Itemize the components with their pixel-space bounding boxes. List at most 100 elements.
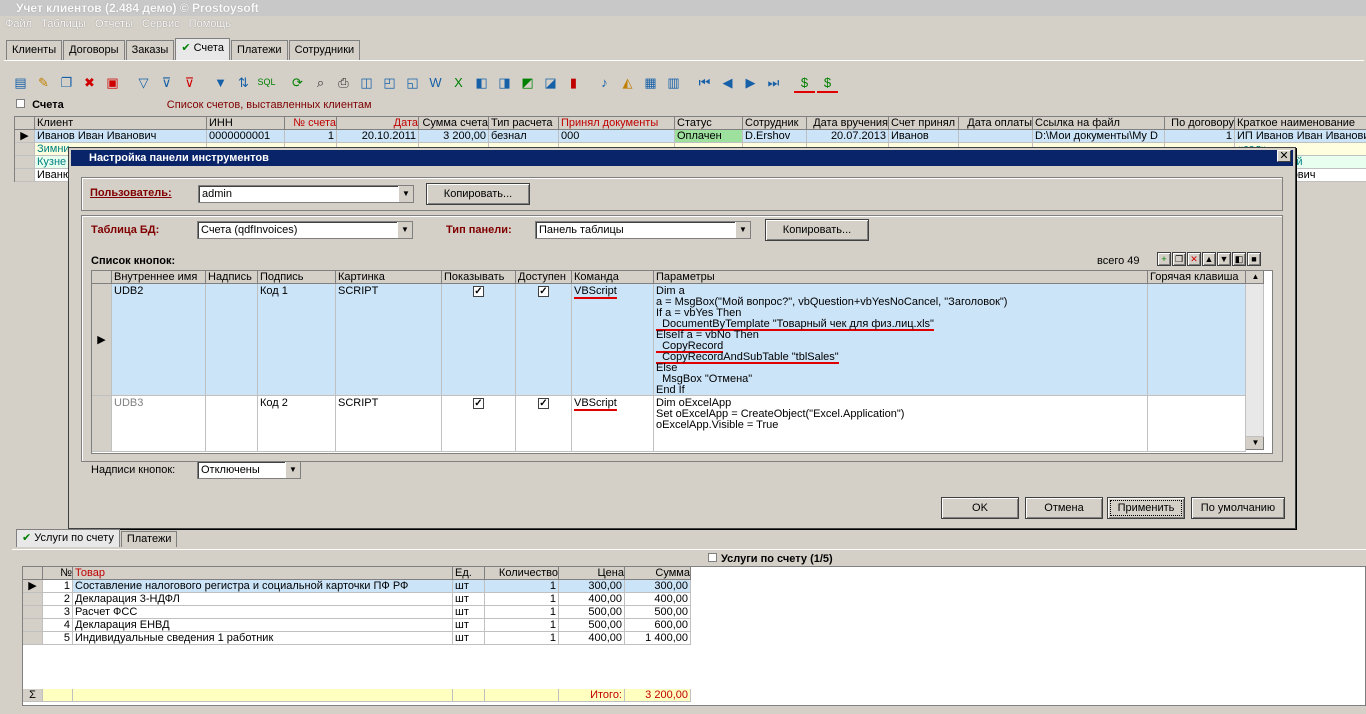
collapse-icon[interactable] <box>708 553 717 562</box>
user-combo[interactable]: admin ▼ <box>198 185 414 203</box>
column-header[interactable]: Ссылка на файл <box>1033 117 1165 130</box>
table-cell[interactable]: 400,00 <box>625 593 691 606</box>
checkbox-cell[interactable]: ✓ <box>516 396 572 452</box>
row-indicator[interactable]: ▶ <box>15 130 35 143</box>
table-cell[interactable]: 500,00 <box>559 619 625 632</box>
note-icon[interactable]: ♪ <box>594 72 615 93</box>
column-header[interactable]: Дата <box>337 117 419 130</box>
copy-icon[interactable]: ❐ <box>1172 252 1186 266</box>
table-cell[interactable]: D.Ershov <box>743 130 807 143</box>
filter-advanced-icon[interactable]: ▼ <box>210 72 231 93</box>
column-header[interactable]: Сумма счета <box>419 117 489 130</box>
settings-icon[interactable]: ◪ <box>540 72 561 93</box>
template-icon[interactable]: ◧ <box>471 72 492 93</box>
table-cell[interactable]: UDB3 <box>112 396 206 452</box>
command-cell[interactable]: VBScript <box>572 284 654 396</box>
column-header[interactable]: Параметры <box>654 271 1148 284</box>
table-cell[interactable]: 600,00 <box>625 619 691 632</box>
table-cell[interactable]: SCRIPT <box>336 396 442 452</box>
checkbox[interactable]: ✓ <box>473 398 484 409</box>
new-record-icon[interactable]: ▤ <box>10 72 31 93</box>
command-cell[interactable]: VBScript <box>572 396 654 452</box>
save-icon[interactable]: ■ <box>1247 252 1261 266</box>
report-icon[interactable]: ◨ <box>494 72 515 93</box>
column-header[interactable]: Статус <box>675 117 743 130</box>
table-cell[interactable]: 5 <box>43 632 73 645</box>
sort-icon[interactable]: ⇅ <box>233 72 254 93</box>
columns-icon[interactable]: ▦ <box>640 72 661 93</box>
tab-invoice-services[interactable]: ✔ Услуги по счету <box>16 529 120 547</box>
column-header[interactable]: По договору <box>1165 117 1235 130</box>
table-cell[interactable] <box>959 130 1033 143</box>
table-cell[interactable]: 300,00 <box>559 580 625 593</box>
panel-type-combo[interactable]: Панель таблицы ▼ <box>535 221 751 239</box>
custom-button-1-icon[interactable]: $ <box>794 72 815 93</box>
menu-tables[interactable]: Таблицы <box>41 18 86 30</box>
table-cell[interactable]: 20.10.2011 <box>337 130 419 143</box>
copy-icon[interactable]: ❐ <box>56 72 77 93</box>
tab-orders[interactable]: Заказы <box>125 40 175 60</box>
table-cell[interactable]: Оплачен <box>675 130 743 143</box>
row-indicator[interactable] <box>23 606 43 619</box>
apply-button[interactable]: Применить <box>1107 497 1185 519</box>
column-header[interactable]: № <box>43 567 73 580</box>
group-icon[interactable]: ◩ <box>517 72 538 93</box>
checkbox-cell[interactable]: ✓ <box>442 284 516 396</box>
scrollbar-track[interactable] <box>1246 284 1264 437</box>
table-cell[interactable]: 1 <box>285 130 337 143</box>
close-icon[interactable]: ✕ <box>1277 150 1291 162</box>
checkbox[interactable]: ✓ <box>473 286 484 297</box>
menu-reports[interactable]: Отчеты <box>95 18 133 30</box>
collapse-icon[interactable] <box>16 99 25 108</box>
table-combo[interactable]: Счета (qdfInvoices) ▼ <box>197 221 413 239</box>
excel-icon[interactable]: X <box>448 72 469 93</box>
delete-all-icon[interactable]: ▣ <box>102 72 123 93</box>
print-icon[interactable]: ⎙ <box>333 72 354 93</box>
next-record-icon[interactable]: ▶ <box>740 72 761 93</box>
column-header[interactable]: ИНН <box>207 117 285 130</box>
find-icon[interactable]: ⌕ <box>310 72 331 93</box>
table-cell[interactable]: 1 <box>485 632 559 645</box>
table-cell[interactable]: 500,00 <box>559 606 625 619</box>
table-cell[interactable]: безнал <box>489 130 559 143</box>
sql-icon[interactable]: SQL <box>256 72 277 93</box>
table-cell[interactable]: D:\Мои документы\My D <box>1033 130 1165 143</box>
table-cell[interactable]: Код 2 <box>258 396 336 452</box>
import-icon[interactable]: ◱ <box>402 72 423 93</box>
filter-remove-icon[interactable]: ⊽ <box>179 72 200 93</box>
table-cell[interactable]: 1 <box>43 580 73 593</box>
ok-button[interactable]: OK <box>941 497 1019 519</box>
tab-employees[interactable]: Сотрудники <box>288 40 361 60</box>
arrow-down-icon[interactable]: ▼ <box>1217 252 1231 266</box>
table-cell[interactable]: 4 <box>43 619 73 632</box>
tab-payments[interactable]: Платежи <box>230 40 288 60</box>
fill-icon[interactable]: ◭ <box>617 72 638 93</box>
tab-contracts[interactable]: Договоры <box>63 40 125 60</box>
column-header[interactable]: Команда <box>572 271 654 284</box>
table-cell[interactable]: Код 1 <box>258 284 336 396</box>
scroll-up-icon[interactable]: ▲ <box>1246 271 1264 284</box>
column-header[interactable]: Тип расчета <box>489 117 559 130</box>
table-cell[interactable]: Составление налогового регистра и социал… <box>73 580 453 593</box>
row-indicator[interactable] <box>15 143 35 156</box>
copy-user-button[interactable]: Копировать... <box>426 183 530 205</box>
buttons-grid[interactable]: Внутреннее имя Надпись Подпись Картинка Пока… <box>91 270 1273 454</box>
table-cell[interactable] <box>206 284 258 396</box>
table-cell[interactable] <box>1148 396 1246 452</box>
row-indicator[interactable] <box>23 632 43 645</box>
column-header[interactable]: Надпись <box>206 271 258 284</box>
column-header[interactable]: Принял документы <box>559 117 675 130</box>
open-icon[interactable]: ◧ <box>1232 252 1246 266</box>
column-header[interactable]: Доступен <box>516 271 572 284</box>
column-header[interactable]: Клиент <box>35 117 207 130</box>
column-header[interactable]: Подпись <box>258 271 336 284</box>
default-button[interactable]: По умолчанию <box>1191 497 1285 519</box>
table-cell[interactable]: ИП Иванов Иван Иванович <box>1235 130 1366 143</box>
table-cell[interactable]: 400,00 <box>559 593 625 606</box>
table-cell[interactable]: 300,00 <box>625 580 691 593</box>
menu-help[interactable]: Помощь <box>189 18 232 30</box>
table-cell[interactable]: 000 <box>559 130 675 143</box>
column-header[interactable]: Товар <box>73 567 453 580</box>
delete-icon[interactable]: ✕ <box>1187 252 1201 266</box>
table-cell[interactable]: Индивидуальные сведения 1 работник <box>73 632 453 645</box>
